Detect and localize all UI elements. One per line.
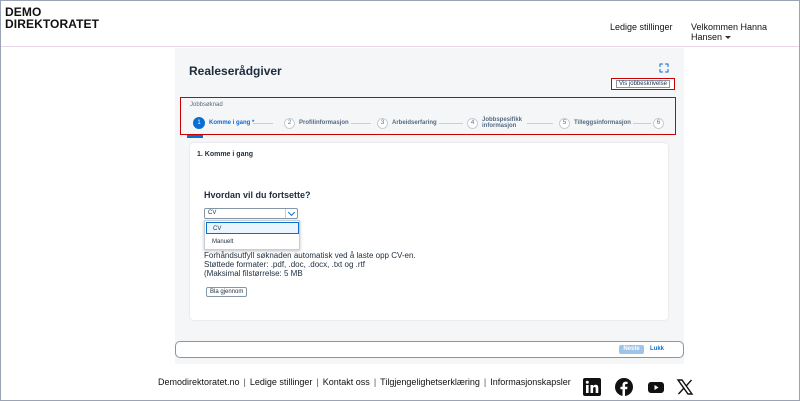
footer-link-contact[interactable]: Kontakt oss <box>323 377 370 387</box>
user-menu[interactable]: Velkommen Hanna Hansen <box>691 22 799 42</box>
step-number: 3 <box>377 117 388 129</box>
footer-link-home[interactable]: Demodirektoratet.no <box>158 377 240 387</box>
step-connector <box>527 123 553 124</box>
info-line3: (Maksimal filstørrelse: 5 MB <box>204 269 303 278</box>
youtube-icon[interactable] <box>647 378 665 396</box>
x-icon[interactable] <box>676 378 694 396</box>
step-label: Komme i gang * <box>209 120 255 126</box>
chevron-down-icon[interactable] <box>285 209 297 218</box>
close-button[interactable]: Lukk <box>650 345 664 354</box>
caret-down-icon <box>725 36 732 40</box>
site-logo[interactable]: DEMO DIREKTORATET <box>5 6 99 30</box>
linkedin-icon[interactable] <box>583 378 601 396</box>
step-number: 2 <box>284 117 295 129</box>
method-dropdown-list: CV Manuelt <box>204 220 300 250</box>
footer-link-jobs[interactable]: Ledige stillinger <box>250 377 313 387</box>
footer-links: Demodirektoratet.no | Ledige stillinger | Ko… <box>158 377 571 387</box>
footer-separator: | <box>373 377 377 387</box>
application-panel: Realeserådgiver Vis jobbeskrivelse Jobbs… <box>175 48 684 364</box>
step-label: Tilleggsinformasjon <box>574 120 631 126</box>
step-label: Jobbspesifikk informasjon <box>482 117 522 129</box>
footer-separator: | <box>316 377 319 387</box>
step-jobbspesifikk-informasjon[interactable]: 4 Jobbspesifikk informasjon <box>467 117 522 129</box>
view-job-description-highlight: Vis jobbeskrivelse <box>611 78 675 90</box>
step-tilleggsinformasjon[interactable]: 5 Tilleggsinformasjon <box>559 117 631 129</box>
step-label: Profilinformasjon <box>299 120 349 126</box>
step-6[interactable]: 6 <box>653 117 664 129</box>
logo-line2: DIREKTORATET <box>5 17 100 31</box>
footer-toolbar: Neste Lukk <box>175 341 684 358</box>
site-footer: Demodirektoratet.no | Ledige stillinger | Ko… <box>0 366 800 401</box>
view-job-description-button[interactable]: Vis jobbeskrivelse <box>616 80 670 88</box>
page-title: Realeserådgiver <box>189 64 282 78</box>
step-label-line2: informasjon <box>482 123 517 129</box>
section-card: 1. Komme i gang Hvordan vil du fortsette… <box>190 143 668 320</box>
step-connector <box>253 123 273 124</box>
step-number: 6 <box>653 117 664 129</box>
site-header: DEMO DIREKTORATET Ledige stillinger Velk… <box>1 1 799 47</box>
method-select[interactable]: CV <box>204 208 298 219</box>
step-komme-i-gang[interactable]: 1 Komme i gang * <box>193 117 254 129</box>
footer-separator: | <box>483 377 487 387</box>
step-connector <box>439 123 463 124</box>
step-arbeidserfaring[interactable]: 3 Arbeidserfaring <box>377 117 437 129</box>
step-number: 1 <box>193 117 205 129</box>
step-label: Arbeidserfaring <box>392 120 437 126</box>
progress-indicator: Jobbsøknad 1 Komme i gang * 2 Profilinfo… <box>180 97 676 135</box>
progress-label: Jobbsøknad <box>190 102 223 108</box>
nav-jobs-link[interactable]: Ledige stillinger <box>610 22 673 32</box>
step-number: 4 <box>467 117 478 129</box>
step-profilinformasjon[interactable]: 2 Profilinformasjon <box>284 117 349 129</box>
next-button[interactable]: Neste <box>619 345 644 354</box>
footer-separator: | <box>243 377 246 387</box>
expand-icon[interactable] <box>659 63 669 73</box>
facebook-icon[interactable] <box>615 378 633 396</box>
option-manuelt[interactable]: Manuelt <box>206 236 299 248</box>
option-cv[interactable]: CV <box>206 222 299 234</box>
upload-info: Forhåndsutfyll søknaden automatisk ved å… <box>204 251 416 278</box>
info-line2: Støttede formater: .pdf, .doc, .docx, .t… <box>204 260 365 269</box>
browse-button[interactable]: Bla gjennom <box>206 287 248 297</box>
question-label: Hvordan vil du fortsette? <box>204 190 311 200</box>
step-number: 5 <box>559 117 570 129</box>
footer-link-accessibility[interactable]: Tilgjengelighetserklæring <box>380 377 480 387</box>
step-connector <box>351 123 371 124</box>
info-line1: Forhåndsutfyll søknaden automatisk ved å… <box>204 251 416 260</box>
active-step-underline <box>187 135 203 138</box>
step-connector <box>633 123 651 124</box>
footer-link-cookies[interactable]: Informasjonskapsler <box>490 377 571 387</box>
section-title: 1. Komme i gang <box>197 151 254 158</box>
select-value: CV <box>208 210 217 216</box>
